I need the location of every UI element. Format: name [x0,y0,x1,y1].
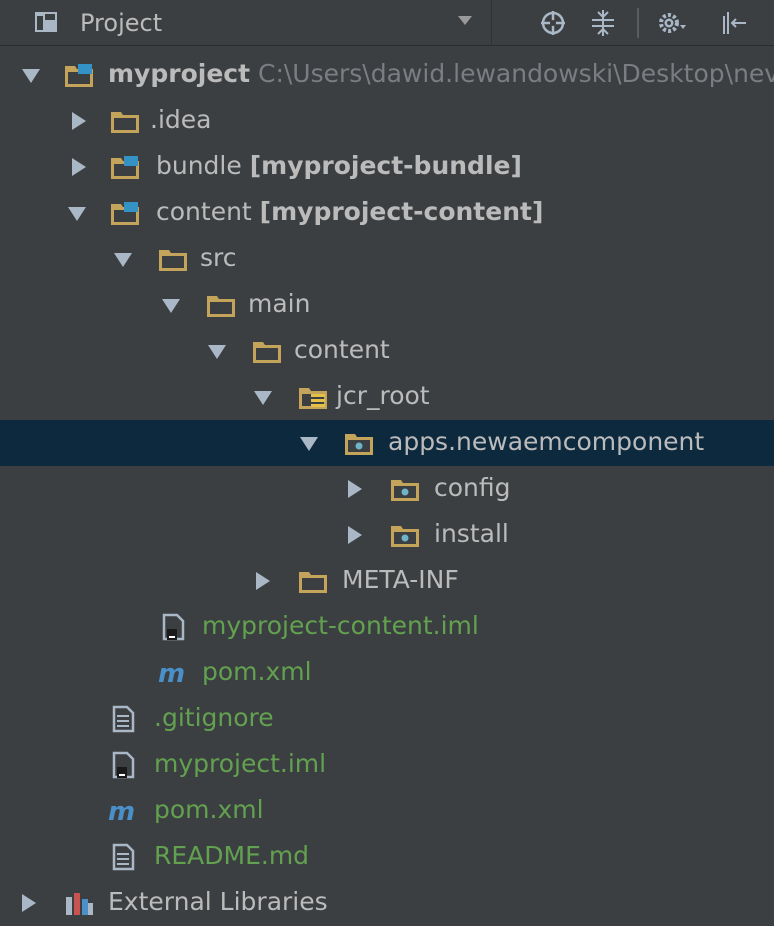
collapse-all-icon[interactable] [588,8,618,38]
tree-item-myproject[interactable]: myproject C:\Users\dawid.lewandowski\Des… [0,52,774,98]
project-view-icon [35,11,57,32]
collapsed-arrow-icon[interactable] [72,112,86,130]
tree-item-content-module[interactable]: content [myproject-content] [0,190,774,236]
expand-arrow-icon[interactable] [22,69,40,83]
root-name: myproject [108,59,251,88]
module-name: [myproject-content] [259,197,544,226]
tree-item-myproject-content-iml[interactable]: myproject-content.iml [0,604,774,650]
resource-root-folder-icon [298,383,328,411]
maven-icon [158,659,188,687]
expand-arrow-icon[interactable] [254,391,272,405]
folder-icon [298,567,328,595]
item-label: content [156,197,252,226]
tree-item-myproject-iml[interactable]: myproject.iml [0,742,774,788]
module-folder-icon [64,61,94,89]
expand-arrow-icon[interactable] [162,299,180,313]
package-folder-icon [390,521,420,549]
tree-item-config[interactable]: config [0,466,774,512]
expand-arrow-icon[interactable] [114,253,132,267]
root-path: C:\Users\dawid.lewandowski\Desktop\nev [258,59,774,88]
target-icon[interactable] [538,8,568,38]
expand-arrow-icon[interactable] [208,345,226,359]
item-label: .gitignore [154,703,274,732]
iml-file-icon [108,751,138,779]
tree-item-install[interactable]: install [0,512,774,558]
item-label: META-INF [342,565,459,594]
item-label: main [248,289,311,318]
collapsed-arrow-icon[interactable] [348,480,362,498]
collapsed-arrow-icon[interactable] [348,526,362,544]
tree-item-main[interactable]: main [0,282,774,328]
package-folder-icon [344,429,374,457]
folder-icon [206,291,236,319]
tree-item-external-libraries[interactable]: External Libraries [0,880,774,926]
hide-icon[interactable] [720,8,750,38]
collapsed-arrow-icon[interactable] [72,158,86,176]
tree-item-content-folder[interactable]: content [0,328,774,374]
item-label: myproject.iml [154,749,327,778]
item-label: bundle [156,151,242,180]
module-folder-icon [110,199,140,227]
project-toolbar: Project [0,0,774,46]
toolbar-divider [637,8,639,38]
item-label: External Libraries [108,887,328,916]
item-label: pom.xml [154,795,264,824]
folder-icon [158,245,188,273]
iml-file-icon [158,613,188,641]
project-view-title: Project [80,8,163,37]
expand-arrow-icon[interactable] [300,437,318,451]
tree-item-readme[interactable]: README.md [0,834,774,880]
tree-item-pom-xml[interactable]: pom.xml [0,788,774,834]
tree-item-apps-newaemcomponent[interactable]: apps.newaemcomponent [0,420,774,466]
module-name: [myproject-bundle] [249,151,522,180]
item-label: config [434,473,511,502]
tree-item-pom-xml-content[interactable]: pom.xml [0,650,774,696]
project-tree: myproject C:\Users\dawid.lewandowski\Des… [0,46,774,926]
tree-item-gitignore[interactable]: .gitignore [0,696,774,742]
folder-icon [110,107,140,135]
folder-icon [252,337,282,365]
chevron-down-icon[interactable] [458,15,472,25]
collapsed-arrow-icon[interactable] [256,572,270,590]
item-label: pom.xml [202,657,312,686]
collapsed-arrow-icon[interactable] [22,894,36,912]
project-view-selector[interactable]: Project [0,0,492,46]
item-label: jcr_root [336,381,430,410]
gear-icon[interactable] [656,8,686,38]
libraries-icon [64,889,94,917]
item-label: .idea [150,105,212,134]
tree-item-meta-inf[interactable]: META-INF [0,558,774,604]
item-label: src [200,243,237,272]
expand-arrow-icon[interactable] [68,207,86,221]
item-label: content [294,335,390,364]
item-label: myproject-content.iml [202,611,479,640]
item-label: install [434,519,509,548]
tree-item-src[interactable]: src [0,236,774,282]
item-label: apps.newaemcomponent [388,427,705,456]
package-folder-icon [390,475,420,503]
item-label: README.md [154,841,310,870]
text-file-icon [108,705,138,733]
text-file-icon [108,843,138,871]
tree-item-bundle[interactable]: bundle [myproject-bundle] [0,144,774,190]
module-folder-icon [110,153,140,181]
maven-icon [108,797,138,825]
tree-item-jcr-root[interactable]: jcr_root [0,374,774,420]
tree-item-idea[interactable]: .idea [0,98,774,144]
